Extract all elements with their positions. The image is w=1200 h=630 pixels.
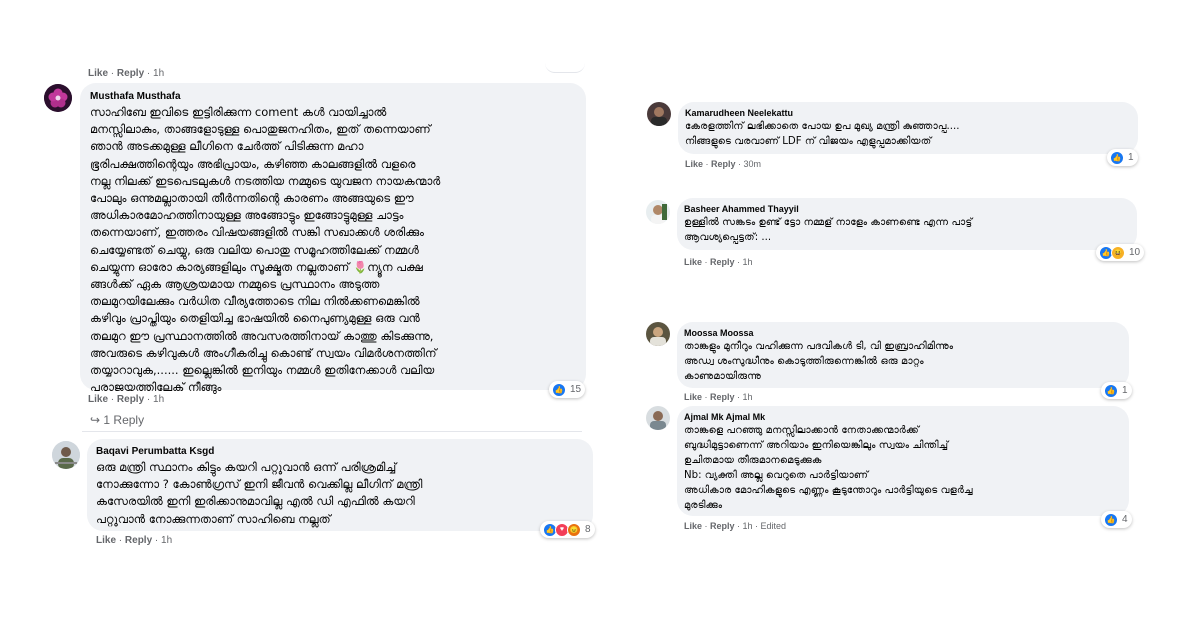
- timestamp: 30m: [743, 159, 762, 169]
- reaction-count: 4: [1122, 514, 1128, 525]
- comment-text: ഉള്ളിൽ സങ്കടം ഉണ്ട് ട്ടോ നമ്മള് നാളേം കാ…: [684, 217, 973, 243]
- like-link[interactable]: Like: [684, 521, 702, 531]
- avatar[interactable]: [646, 406, 670, 430]
- like-link[interactable]: Like: [684, 392, 702, 402]
- reaction-summary[interactable]: 👍 15: [549, 381, 586, 398]
- comment-actions: Like · Reply · 1h: [684, 257, 753, 267]
- reaction-count: 10: [1129, 247, 1141, 258]
- avatar[interactable]: [44, 84, 72, 112]
- profile-photo-icon: [647, 102, 671, 126]
- avatar[interactable]: [646, 322, 670, 346]
- like-link[interactable]: Like: [684, 257, 702, 267]
- comment-text: സാഹിബേ ഇവിടെ ഇട്ടിരിക്കുന്ന coment കൾ വാ…: [90, 105, 441, 395]
- comment-author[interactable]: Musthafa Musthafa: [90, 91, 574, 102]
- reply-link[interactable]: Reply: [711, 159, 736, 169]
- like-reaction-icon: 👍: [1104, 512, 1118, 527]
- reaction-count: 8: [585, 524, 591, 535]
- timestamp: 1h: [742, 257, 753, 267]
- previous-bubble-edge: [545, 62, 585, 73]
- angry-reaction-icon: 😠: [567, 522, 581, 537]
- divider: [82, 431, 582, 432]
- comment-actions: Like · Reply · 1h: [88, 394, 165, 405]
- like-reaction-icon: 👍: [1110, 150, 1124, 165]
- comment-actions: Like · Reply · 30m: [685, 159, 762, 169]
- avatar[interactable]: [52, 441, 80, 469]
- avatar[interactable]: [646, 200, 670, 224]
- previous-comment-meta: Like · Reply · 1h: [88, 68, 165, 79]
- timestamp: 1h: [742, 392, 753, 402]
- reaction-count: 1: [1122, 385, 1128, 396]
- reply-link[interactable]: Reply: [710, 257, 735, 267]
- profile-photo-icon: [646, 406, 670, 430]
- like-link[interactable]: Like: [685, 159, 703, 169]
- like-reaction-icon: 👍: [552, 382, 566, 397]
- comment-actions: Like · Reply · 1h · Edited: [684, 521, 787, 531]
- like-link[interactable]: Like: [88, 394, 108, 405]
- reply-link[interactable]: Reply: [710, 392, 735, 402]
- timestamp: 1h: [742, 521, 753, 531]
- comment-bubble: Basheer Ahammed Thayyil ഉള്ളിൽ സങ്കടം ഉണ…: [677, 198, 1137, 250]
- timestamp: 1h: [153, 394, 165, 405]
- reaction-summary[interactable]: 👍 1: [1101, 382, 1132, 399]
- timestamp: 1h: [153, 68, 165, 79]
- like-link[interactable]: Like: [88, 68, 108, 79]
- comment-text: ഒരു മന്ത്രി സ്ഥാനം കിട്ടും കയറി പറ്റുവാൻ…: [96, 460, 423, 526]
- like-reaction-icon: 👍: [1104, 383, 1118, 398]
- reply-link[interactable]: Reply: [125, 535, 152, 546]
- like-link[interactable]: Like: [96, 535, 116, 546]
- timestamp: 1h: [161, 535, 173, 546]
- reply-link[interactable]: Reply: [710, 521, 735, 531]
- comment-text: കേരളത്തിന് ലഭിക്കാതെ പോയ ഉപ മുഖ്യ മന്ത്ര…: [685, 121, 960, 147]
- replies-count: 1 Reply: [103, 413, 145, 427]
- flower-avatar-icon: [44, 84, 72, 112]
- comment-actions: Like · Reply · 1h: [96, 535, 173, 546]
- comment-text: താങ്കളെ പറഞ്ഞു മനസ്സിലാക്കാൻ നേതാക്കന്മാ…: [684, 425, 973, 511]
- comment-bubble: Musthafa Musthafa സാഹിബേ ഇവിടെ ഇട്ടിരിക്…: [80, 83, 586, 394]
- comment-text: താങ്കളും മുനീറും വഹിക്കുന്ന പദവികൾ ടി, വ…: [684, 341, 954, 382]
- edited-label: Edited: [760, 521, 787, 531]
- comment-bubble: Baqavi Perumbatta Ksgd ഒരു മന്ത്രി സ്ഥാന…: [87, 439, 593, 531]
- comment-actions: Like · Reply · 1h: [684, 392, 753, 402]
- haha-reaction-icon: 😆: [1111, 245, 1125, 260]
- comment-author[interactable]: Basheer Ahammed Thayyil: [684, 204, 1127, 214]
- reaction-count: 1: [1128, 152, 1134, 163]
- reply-arrow-icon: ↪: [90, 413, 101, 427]
- reaction-summary[interactable]: 👍 4: [1101, 511, 1132, 528]
- comment-bubble: Kamarudheen Neelekattu കേരളത്തിന് ലഭിക്ക…: [678, 102, 1138, 154]
- comment-bubble: Ajmal Mk Ajmal Mk താങ്കളെ പറഞ്ഞു മനസ്സില…: [677, 406, 1129, 516]
- comment-author[interactable]: Baqavi Perumbatta Ksgd: [96, 446, 581, 457]
- reply-link[interactable]: Reply: [117, 68, 144, 79]
- view-replies-link[interactable]: ↪ 1 Reply: [90, 413, 144, 427]
- profile-photo-icon: [52, 441, 80, 469]
- avatar[interactable]: [647, 102, 671, 126]
- profile-photo-icon: [646, 200, 670, 224]
- comment-author[interactable]: Ajmal Mk Ajmal Mk: [684, 412, 1119, 422]
- comment-author[interactable]: Kamarudheen Neelekattu: [685, 108, 1128, 118]
- reply-link[interactable]: Reply: [117, 394, 144, 405]
- profile-photo-icon: [646, 322, 670, 346]
- reaction-summary[interactable]: 👍 😆 10: [1096, 244, 1145, 261]
- reaction-summary[interactable]: 👍 ♥ 😠 8: [540, 521, 595, 538]
- comment-author[interactable]: Moossa Moossa: [684, 328, 1119, 338]
- reaction-count: 15: [570, 384, 582, 395]
- comment-bubble: Moossa Moossa താങ്കളും മുനീറും വഹിക്കുന്…: [677, 322, 1129, 388]
- reaction-summary[interactable]: 👍 1: [1107, 149, 1138, 166]
